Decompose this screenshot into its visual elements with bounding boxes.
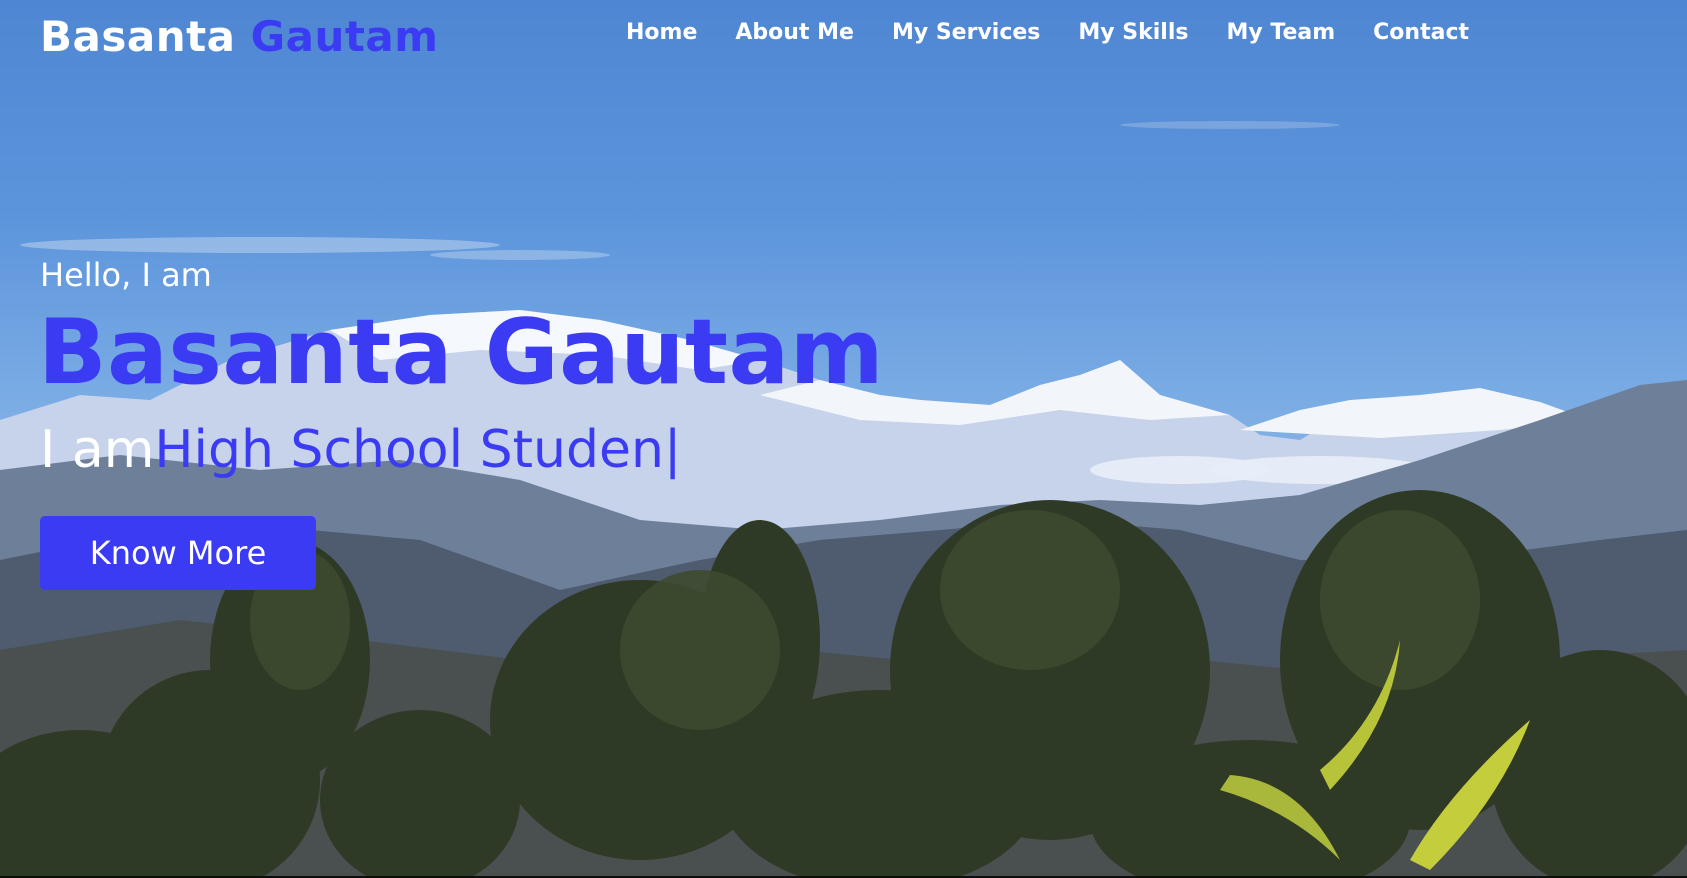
brand-last-name: Gautam <box>250 12 439 61</box>
hero-greeting: Hello, I am <box>40 256 212 294</box>
role-prefix: I am <box>40 420 155 480</box>
nav-link-about-me[interactable]: About Me <box>735 20 854 45</box>
nav-link-home[interactable]: Home <box>626 20 697 45</box>
nav-link-my-team[interactable]: My Team <box>1226 20 1335 45</box>
typing-cursor: | <box>663 420 682 480</box>
nav-link-my-services[interactable]: My Services <box>892 20 1040 45</box>
hero-role-line: I amHigh School Studen| <box>40 420 681 480</box>
hero-name: Basanta Gautam <box>38 300 885 405</box>
brand-logo[interactable]: Basanta Gautam <box>40 12 439 61</box>
role-typed-text: High School Studen <box>154 420 664 480</box>
nav-link-contact[interactable]: Contact <box>1373 20 1469 45</box>
hero-section: Basanta Gautam Home About Me My Services… <box>0 0 1687 876</box>
main-nav: Home About Me My Services My Skills My T… <box>588 20 1469 45</box>
nav-link-my-skills[interactable]: My Skills <box>1078 20 1188 45</box>
know-more-button[interactable]: Know More <box>40 516 316 590</box>
brand-first-name: Basanta <box>40 12 236 61</box>
